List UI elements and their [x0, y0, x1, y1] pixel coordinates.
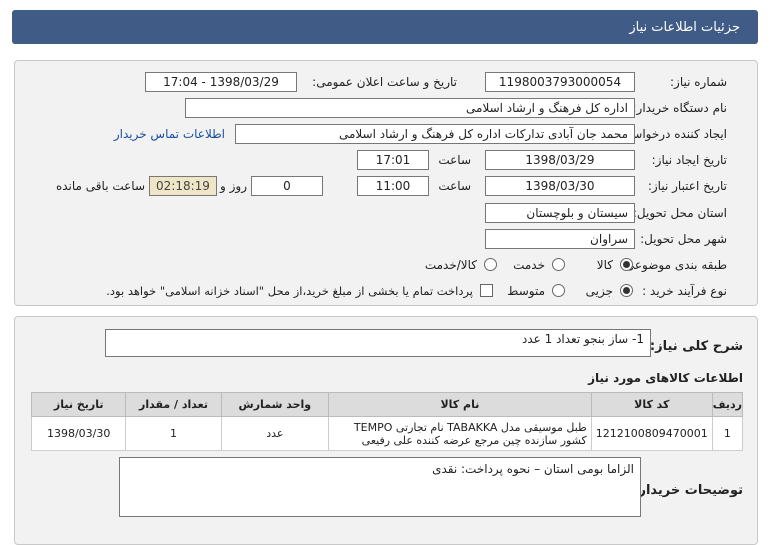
- purchase-minor-label: جزیی: [585, 284, 613, 298]
- city-label: شهر محل تحویل:: [640, 232, 727, 246]
- purchase-minor-radio[interactable]: [620, 284, 633, 297]
- treasury-bonds-checkbox[interactable]: [480, 284, 493, 297]
- validity-time-label: ساعت: [438, 179, 471, 193]
- treasury-bonds-label: پرداخت تمام یا بخشی از مبلغ خرید،از محل …: [106, 284, 473, 298]
- row-number: 1: [711, 416, 744, 451]
- city-field[interactable]: سراوان: [485, 229, 635, 249]
- validity-date-label: تاریخ اعتبار نیاز:: [647, 179, 727, 193]
- items-table: ردیف کد کالا نام کالا واحد شمارش تعداد /…: [30, 392, 744, 451]
- col-name: نام کالا: [328, 392, 592, 417]
- need-number-field[interactable]: 1198003793000054: [485, 72, 635, 92]
- category-goods-radio[interactable]: [620, 258, 633, 271]
- page-header: جزئیات اطلاعات نیاز: [12, 10, 758, 44]
- time-remaining-label: ساعت باقی مانده: [55, 179, 145, 193]
- table-row[interactable]: 1 1212100809470001 طبل موسیقی مدل TABAKK…: [30, 416, 744, 451]
- days-label: روز و: [220, 179, 247, 193]
- col-date: تاریخ نیاز: [30, 392, 127, 417]
- items-table-header: ردیف کد کالا نام کالا واحد شمارش تعداد /…: [30, 392, 744, 417]
- created-time-field[interactable]: 17:01: [357, 150, 429, 170]
- col-unit: واحد شمارش: [220, 392, 330, 417]
- category-label: طبقه بندی موضوعی:: [620, 258, 727, 272]
- item-code: 1212100809470001: [590, 416, 713, 451]
- need-details-panel: شماره نیاز: 1198003793000054 تاریخ و ساع…: [14, 60, 758, 306]
- announce-date-label: تاریخ و ساعت اعلان عمومی:: [312, 75, 457, 89]
- col-qty: تعداد / مقدار: [125, 392, 222, 417]
- summary-label: شرح کلی نیاز:: [649, 339, 743, 354]
- summary-field[interactable]: 1- ساز بنجو تعداد 1 عدد: [105, 329, 651, 357]
- created-date-label: تاریخ ایجاد نیاز:: [651, 153, 727, 167]
- purchase-medium-label: متوسط: [507, 284, 545, 298]
- items-panel: شرح کلی نیاز: 1- ساز بنجو تعداد 1 عدد اط…: [14, 316, 758, 545]
- announce-date-field[interactable]: 1398/03/29 - 17:04: [145, 72, 297, 92]
- col-code: کد کالا: [590, 392, 713, 417]
- buyer-org-label: نام دستگاه خریدار:: [632, 101, 728, 115]
- item-date: 1398/03/30: [30, 416, 127, 451]
- item-qty: 1: [125, 416, 222, 451]
- need-number-label: شماره نیاز:: [670, 75, 727, 89]
- buyer-notes-field[interactable]: الزاما بومی استان – نحوه پرداخت: نقدی: [119, 457, 641, 517]
- time-remaining-field: 02:18:19: [149, 176, 217, 196]
- category-goods-service-radio[interactable]: [484, 258, 497, 271]
- purchase-type-label: نوع فرآیند خرید :: [642, 284, 727, 298]
- buyer-org-field[interactable]: اداره کل فرهنگ و ارشاد اسلامی: [185, 98, 635, 118]
- created-time-label: ساعت: [438, 153, 471, 167]
- col-row: ردیف: [711, 392, 744, 417]
- category-service-radio[interactable]: [552, 258, 565, 271]
- item-name: طبل موسیقی مدل TABAKKA نام تجارتی TEMPO …: [328, 416, 592, 451]
- buyer-notes-label: توضیحات خریدار:: [633, 483, 743, 498]
- page-title: جزئیات اطلاعات نیاز: [629, 20, 740, 35]
- purchase-medium-radio[interactable]: [552, 284, 565, 297]
- category-goods-service-label: کالا/خدمت: [424, 258, 477, 272]
- province-field[interactable]: سیستان و بلوچستان: [485, 203, 635, 223]
- category-goods-label: کالا: [596, 258, 613, 272]
- created-date-field[interactable]: 1398/03/29: [485, 150, 635, 170]
- item-unit: عدد: [220, 416, 330, 451]
- validity-time-field[interactable]: 11:00: [357, 176, 429, 196]
- buyer-contact-link[interactable]: اطلاعات تماس خریدار: [114, 127, 225, 141]
- province-label: استان محل تحویل:: [632, 206, 727, 220]
- requester-field[interactable]: محمد جان آبادی تدارکات اداره کل فرهنگ و …: [235, 124, 635, 144]
- validity-date-field[interactable]: 1398/03/30: [485, 176, 635, 196]
- items-section-title: اطلاعات کالاهای مورد نیاز: [588, 371, 743, 385]
- category-service-label: خدمت: [513, 258, 545, 272]
- days-remaining-field[interactable]: 0: [251, 176, 323, 196]
